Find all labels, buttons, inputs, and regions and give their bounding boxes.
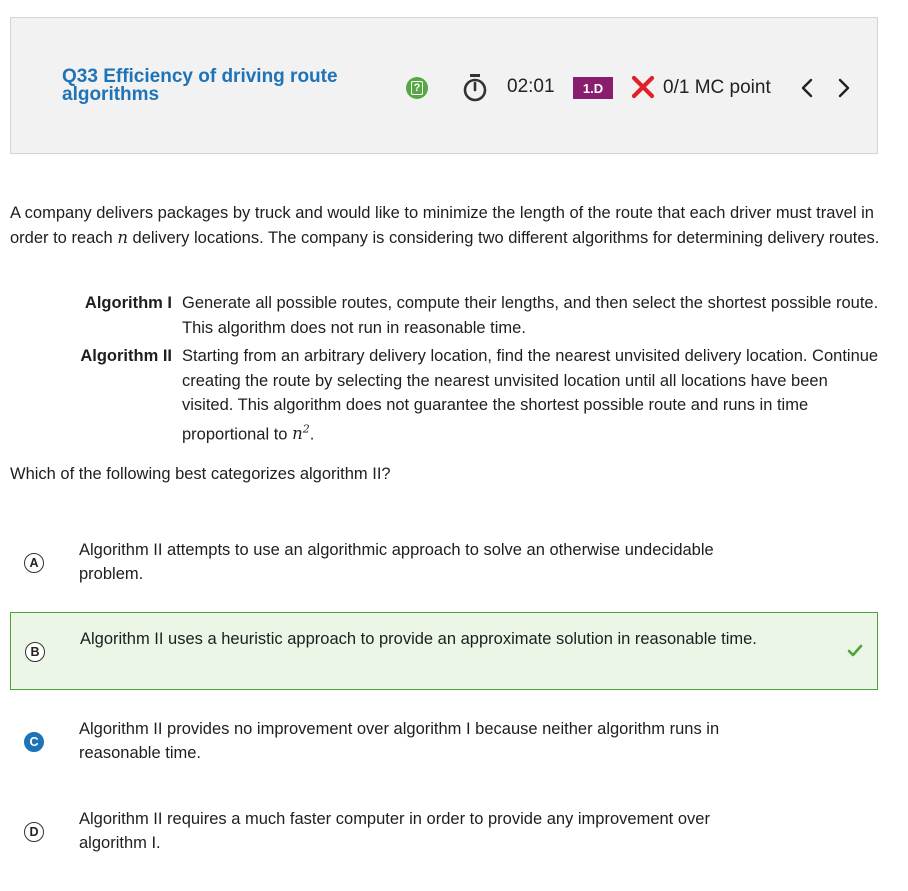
algorithm-1-label: Algorithm I [84,294,172,312]
algorithm-1-text: Generate all possible routes, compute th… [182,294,879,337]
choice-d-text: Algorithm II requires a much faster comp… [79,810,710,852]
choice-c-text: Algorithm II provides no improvement ove… [79,720,720,762]
choice-c[interactable]: C Algorithm II provides no improvement o… [10,702,878,780]
question-header: Q33 Efficiency of driving route algorith… [10,17,878,154]
variable-n-squared: n2 [292,422,310,444]
choice-a-letter[interactable]: A [24,553,44,573]
question-prompt: Which of the following best categorizes … [10,465,391,483]
math-exponent: 2 [302,422,310,436]
timer-readout: 02:01 [507,76,555,97]
question-title[interactable]: Q33 Efficiency of driving route algorith… [62,67,362,104]
choice-a-text: Algorithm II attempts to use an algorith… [79,541,714,583]
question-stem: A company delivers packages by truck and… [10,201,880,250]
math-base: n [292,424,303,443]
incorrect-x-icon [631,75,655,99]
chevron-left-icon[interactable] [797,76,817,100]
hint-icon-glyph: ? [411,81,423,95]
algorithm-2-text: Starting from an arbitrary delivery loca… [182,344,882,447]
skill-badge: 1.D [573,77,613,99]
choice-c-letter[interactable]: C [24,732,44,752]
choice-b-text: Algorithm II uses a heuristic approach t… [80,630,757,648]
choice-b-letter[interactable]: B [25,642,45,662]
algorithm-2-text-main: Starting from an arbitrary delivery loca… [182,347,879,443]
variable-n: n [117,227,128,247]
stem-intro-after: delivery locations. The company is consi… [127,228,880,247]
score-readout: 0/1 MC point [663,77,771,98]
stopwatch-icon [463,74,487,102]
algorithm-2-label: Algorithm II [80,347,172,365]
choice-d[interactable]: D Algorithm II requires a much faster co… [10,792,878,870]
choice-a[interactable]: A Algorithm II attempts to use an algori… [10,523,878,601]
choice-d-letter[interactable]: D [24,822,44,842]
correct-check-icon [847,644,863,657]
choice-b[interactable]: B Algorithm II uses a heuristic approach… [10,612,878,690]
chevron-right-icon[interactable] [834,76,854,100]
algorithm-2-text-end: . [309,425,315,443]
hint-icon[interactable]: ? [406,77,428,99]
